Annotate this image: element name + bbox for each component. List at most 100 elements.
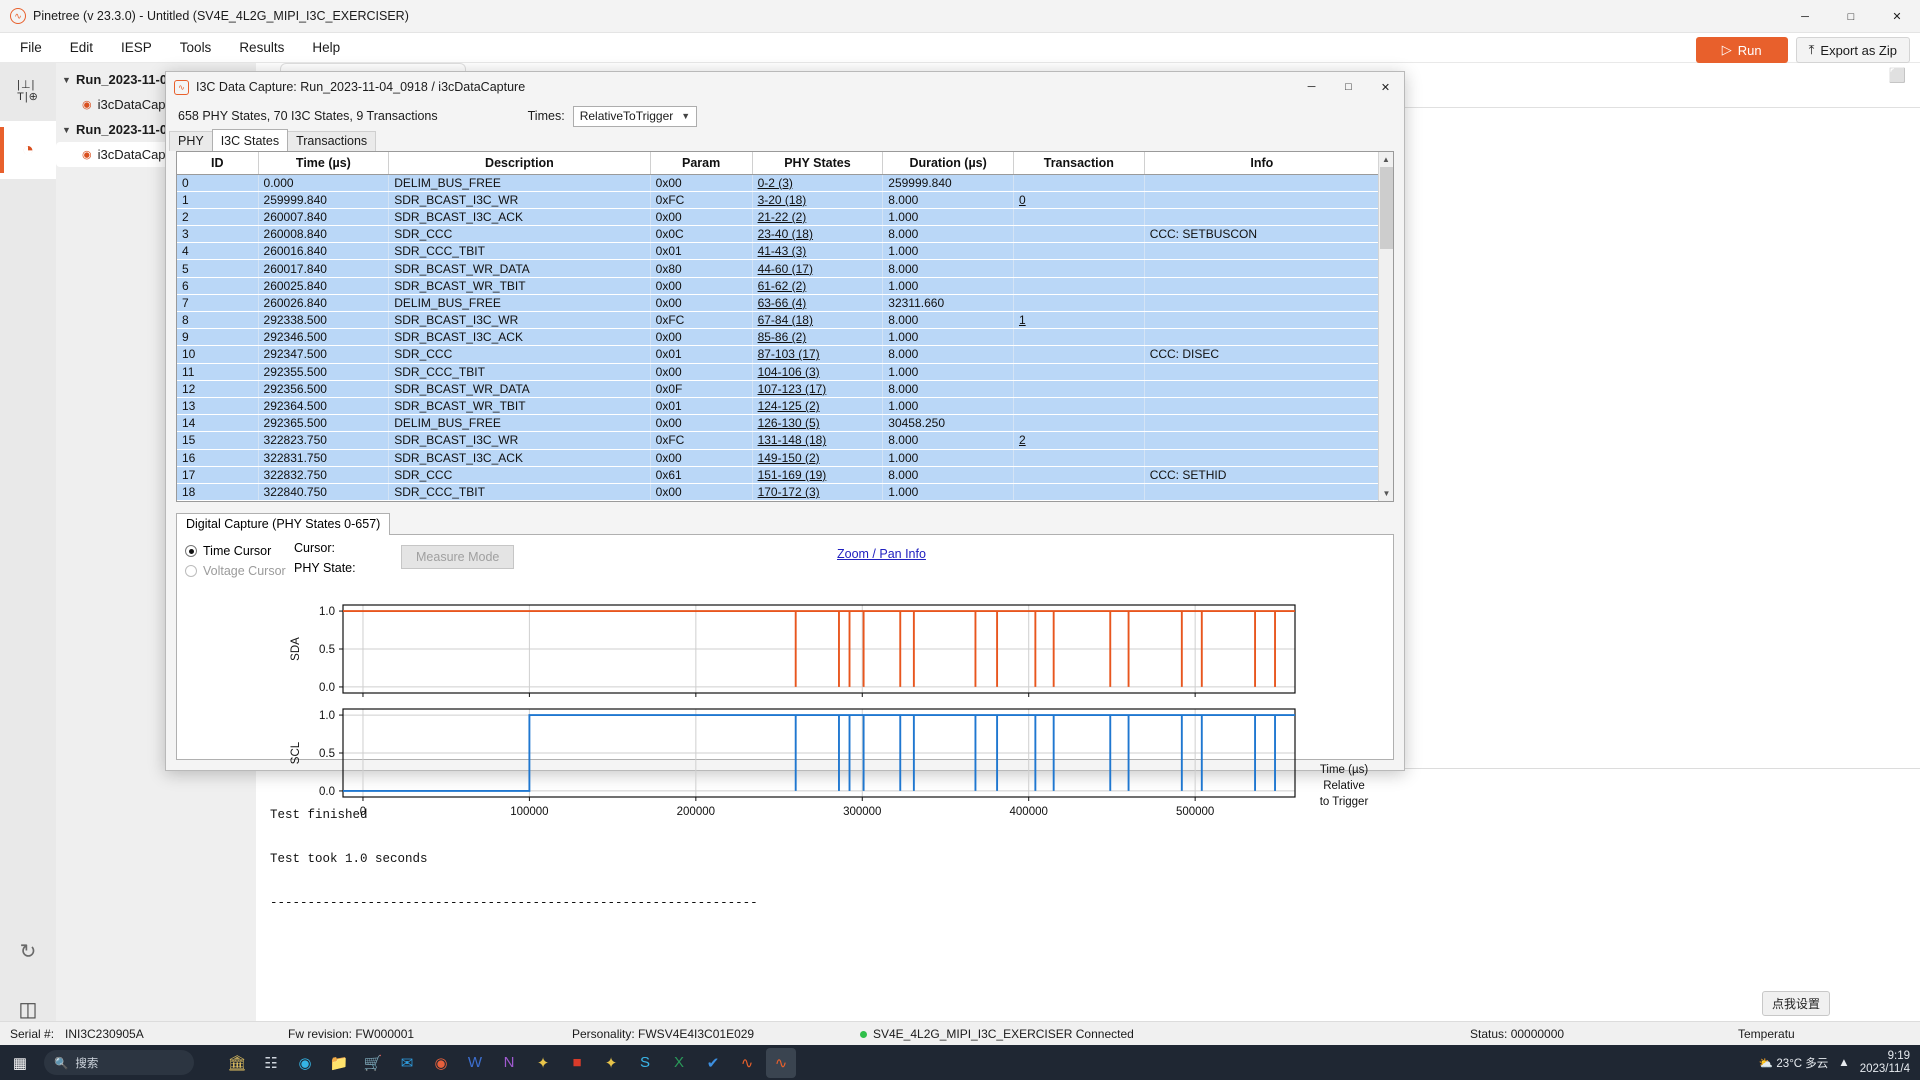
scroll-up-icon[interactable]: ▲ <box>1379 152 1393 167</box>
col-phy-states[interactable]: PHY States <box>752 152 883 174</box>
app-icon-matlab-1[interactable]: ✦ <box>528 1048 558 1078</box>
cell-phy-states[interactable]: 61-62 (2) <box>752 277 883 294</box>
measure-mode-button[interactable]: Measure Mode <box>401 545 514 569</box>
app-icon-pinetree-1[interactable]: ∿ <box>732 1048 762 1078</box>
app-icon-pinetree-2[interactable]: ∿ <box>766 1048 796 1078</box>
table-row[interactable]: 12292356.500SDR_BCAST_WR_DATA0x0F107-123… <box>177 380 1380 397</box>
cell-phy-states[interactable]: 170-172 (3) <box>752 483 883 500</box>
settings-watermark-button[interactable]: 点我设置 <box>1762 991 1830 1016</box>
menu-file[interactable]: File <box>6 36 56 59</box>
menu-edit[interactable]: Edit <box>56 36 107 59</box>
chevron-down-icon[interactable]: ▼ <box>62 75 76 85</box>
close-icon[interactable]: ✕ <box>1874 0 1920 33</box>
cell-phy-states[interactable]: 67-84 (18) <box>752 312 883 329</box>
cell-phy-states[interactable]: 3-20 (18) <box>752 191 883 208</box>
cell-phy-states[interactable]: 104-106 (3) <box>752 363 883 380</box>
table-row[interactable]: 00.000DELIM_BUS_FREE0x000-2 (3)259999.84… <box>177 174 1380 191</box>
rail-item-refresh[interactable]: ↻ <box>0 922 56 980</box>
table-row[interactable]: 14292365.500DELIM_BUS_FREE0x00126-130 (5… <box>177 415 1380 432</box>
rail-item-results[interactable]: ◔ <box>0 121 56 179</box>
app-icon-pinned-1[interactable]: 🏛 <box>222 1048 252 1078</box>
table-row[interactable]: 11292355.500SDR_CCC_TBIT0x00104-106 (3)1… <box>177 363 1380 380</box>
app-icon-matlab-2[interactable]: ✦ <box>596 1048 626 1078</box>
radio-unselected-icon[interactable] <box>185 565 197 577</box>
maximize-icon[interactable]: □ <box>1828 0 1874 33</box>
menu-results[interactable]: Results <box>225 36 298 59</box>
cell-phy-states[interactable]: 63-66 (4) <box>752 294 883 311</box>
col-duration[interactable]: Duration (µs) <box>883 152 1014 174</box>
menu-help[interactable]: Help <box>298 36 354 59</box>
taskbar-search[interactable]: 🔍 搜索 <box>44 1050 194 1075</box>
table-row[interactable]: 13292364.500SDR_BCAST_WR_TBIT0x01124-125… <box>177 397 1380 414</box>
zoom-pan-info-link[interactable]: Zoom / Pan Info <box>837 547 926 561</box>
col-transaction[interactable]: Transaction <box>1013 152 1144 174</box>
dialog-maximize-icon[interactable]: □ <box>1330 72 1367 102</box>
app-icon-edge[interactable]: ◉ <box>290 1048 320 1078</box>
app-icon-skype[interactable]: S <box>630 1048 660 1078</box>
task-view-icon[interactable]: ☷ <box>256 1048 286 1078</box>
cell-phy-states[interactable]: 21-22 (2) <box>752 208 883 225</box>
cell-phy-states[interactable]: 41-43 (3) <box>752 243 883 260</box>
app-icon-notes[interactable]: N <box>494 1048 524 1078</box>
col-info[interactable]: Info <box>1144 152 1379 174</box>
cell-phy-states[interactable]: 126-130 (5) <box>752 415 883 432</box>
chevron-down-icon[interactable]: ▼ <box>62 125 76 135</box>
times-dropdown[interactable]: RelativeToTrigger ▼ <box>573 106 698 127</box>
minimize-icon[interactable]: ─ <box>1782 0 1828 33</box>
run-button[interactable]: ▷ Run <box>1696 37 1788 63</box>
export-zip-button[interactable]: ⤒ Export as Zip <box>1796 37 1910 63</box>
table-row[interactable]: 1259999.840SDR_BCAST_I3C_WR0xFC3-20 (18)… <box>177 191 1380 208</box>
col-id[interactable]: ID <box>177 152 258 174</box>
rail-item-measure[interactable]: |⊥|T|⊕ <box>0 63 56 121</box>
scroll-down-icon[interactable]: ▼ <box>1379 486 1394 501</box>
table-row[interactable]: 18322840.750SDR_CCC_TBIT0x00170-172 (3)1… <box>177 483 1380 500</box>
app-icon-mail[interactable]: ✉ <box>392 1048 422 1078</box>
cell-phy-states[interactable]: 149-150 (2) <box>752 449 883 466</box>
cell-phy-states[interactable]: 151-169 (19) <box>752 466 883 483</box>
table-row[interactable]: 16322831.750SDR_BCAST_I3C_ACK0x00149-150… <box>177 449 1380 466</box>
cell-phy-states[interactable]: 107-123 (17) <box>752 380 883 397</box>
cell-phy-states[interactable]: 44-60 (17) <box>752 260 883 277</box>
cell-phy-states[interactable]: 131-148 (18) <box>752 432 883 449</box>
table-row[interactable]: 3260008.840SDR_CCC0x0C23-40 (18)8.000CCC… <box>177 226 1380 243</box>
voltage-cursor-option[interactable]: Voltage Cursor <box>185 561 286 581</box>
time-cursor-option[interactable]: Time Cursor <box>185 541 286 561</box>
table-row[interactable]: 9292346.500SDR_BCAST_I3C_ACK0x0085-86 (2… <box>177 329 1380 346</box>
cell-transaction[interactable]: 2 <box>1013 432 1144 449</box>
cell-phy-states[interactable]: 23-40 (18) <box>752 226 883 243</box>
dialog-minimize-icon[interactable]: ─ <box>1293 72 1330 102</box>
table-row[interactable]: 17322832.750SDR_CCC0x61151-169 (19)8.000… <box>177 466 1380 483</box>
cell-phy-states[interactable]: 87-103 (17) <box>752 346 883 363</box>
table-row[interactable]: 10292347.500SDR_CCC0x0187-103 (17)8.000C… <box>177 346 1380 363</box>
app-icon-excel[interactable]: X <box>664 1048 694 1078</box>
waveform-plot[interactable]: 0.00.51.0SDA0.00.51.0SCL0100000200000300… <box>177 587 1393 759</box>
table-row[interactable]: 5260017.840SDR_BCAST_WR_DATA0x8044-60 (1… <box>177 260 1380 277</box>
app-icon-explorer[interactable]: 📁 <box>324 1048 354 1078</box>
dialog-close-icon[interactable]: ✕ <box>1367 72 1404 102</box>
table-row[interactable]: 7260026.840DELIM_BUS_FREE0x0063-66 (4)32… <box>177 294 1380 311</box>
cell-phy-states[interactable]: 124-125 (2) <box>752 397 883 414</box>
weather-widget[interactable]: ⛅ 23°C 多云 <box>1759 1055 1828 1071</box>
tab-phy[interactable]: PHY <box>169 131 213 151</box>
menu-tools[interactable]: Tools <box>166 36 226 59</box>
table-row[interactable]: 15322823.750SDR_BCAST_I3C_WR0xFC131-148 … <box>177 432 1380 449</box>
expand-icon[interactable]: ⬜ <box>1889 67 1906 84</box>
table-row[interactable]: 8292338.500SDR_BCAST_I3C_WR0xFC67-84 (18… <box>177 312 1380 329</box>
table-scrollbar[interactable]: ▲ ▼ <box>1378 152 1393 501</box>
cell-transaction[interactable]: 1 <box>1013 312 1144 329</box>
app-icon-chrome[interactable]: ◉ <box>426 1048 456 1078</box>
cell-phy-states[interactable]: 0-2 (3) <box>752 174 883 191</box>
menu-iesp[interactable]: IESP <box>107 36 166 59</box>
radio-selected-icon[interactable] <box>185 545 197 557</box>
table-row[interactable]: 2260007.840SDR_BCAST_I3C_ACK0x0021-22 (2… <box>177 208 1380 225</box>
app-icon-word[interactable]: W <box>460 1048 490 1078</box>
col-description[interactable]: Description <box>389 152 650 174</box>
tab-transactions[interactable]: Transactions <box>287 131 376 151</box>
clock[interactable]: 9:19 2023/11/4 <box>1860 1050 1910 1076</box>
table-row[interactable]: 6260025.840SDR_BCAST_WR_TBIT0x0061-62 (2… <box>177 277 1380 294</box>
app-icon-sdk[interactable]: ■ <box>562 1048 592 1078</box>
digital-capture-tab[interactable]: Digital Capture (PHY States 0-657) <box>176 513 390 535</box>
app-icon-store[interactable]: 🛒 <box>358 1048 388 1078</box>
tab-i3c-states[interactable]: I3C States <box>212 129 288 151</box>
table-row[interactable]: 4260016.840SDR_CCC_TBIT0x0141-43 (3)1.00… <box>177 243 1380 260</box>
